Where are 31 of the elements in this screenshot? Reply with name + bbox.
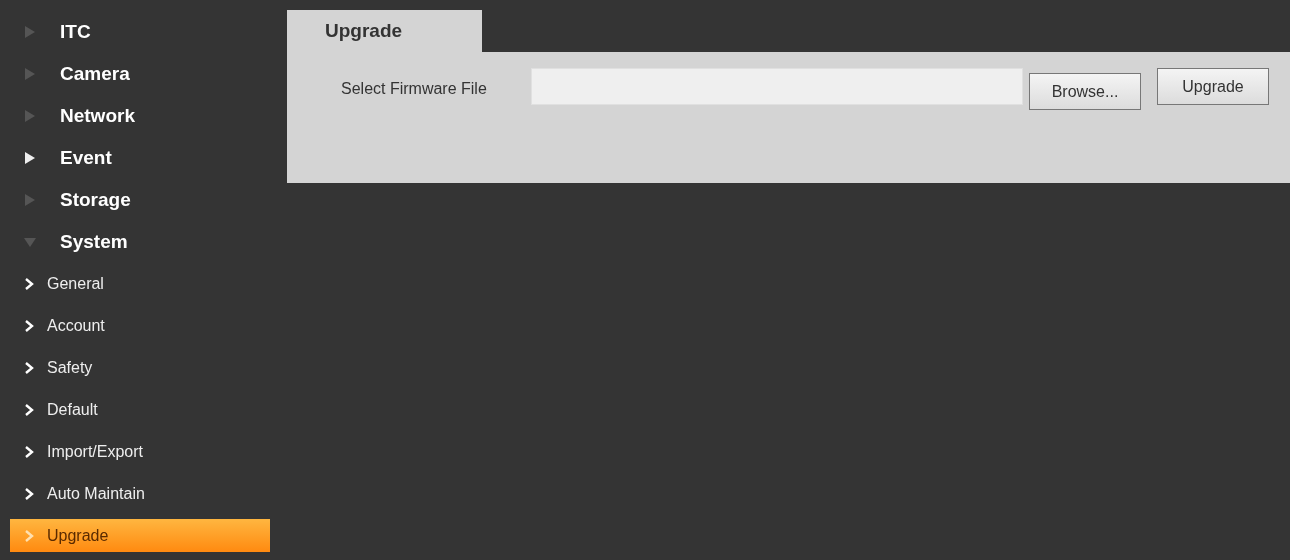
right-triangle-icon	[24, 68, 36, 80]
menu-item[interactable]: Camera	[10, 53, 270, 95]
menu-item[interactable]: System	[10, 221, 270, 263]
submenu-item[interactable]: Import/Export	[10, 431, 270, 473]
chevron-icon	[24, 404, 34, 416]
submenu-item[interactable]: Default	[10, 389, 270, 431]
field-label: Select Firmware File	[341, 80, 488, 98]
chevron-icon	[24, 362, 34, 374]
chevron-icon	[24, 320, 34, 332]
menu-item[interactable]: Network	[10, 95, 270, 137]
chevron-icon	[24, 446, 34, 458]
menu-item[interactable]: ITC	[10, 11, 270, 53]
submenu-item[interactable]: Upgrade	[10, 519, 270, 552]
chevron-icon	[24, 529, 34, 542]
action-button[interactable]: Upgrade	[1157, 68, 1269, 105]
right-triangle-icon	[24, 26, 36, 38]
file-path-field[interactable]	[531, 68, 1023, 105]
submenu-item[interactable]: General	[10, 263, 270, 305]
right-triangle-icon	[24, 110, 36, 122]
chevron-icon	[24, 278, 34, 290]
submenu-item[interactable]: Auto Maintain	[10, 473, 270, 515]
tab[interactable]: Upgrade	[287, 10, 482, 52]
action-button[interactable]: Browse...	[1029, 73, 1141, 110]
right-triangle-icon	[24, 152, 36, 164]
menu-item[interactable]: Storage	[10, 179, 270, 221]
submenu-item[interactable]: Account	[10, 305, 270, 347]
submenu-item[interactable]: Safety	[10, 347, 270, 389]
menu-item[interactable]: Event	[10, 137, 270, 179]
chevron-icon	[24, 488, 34, 500]
right-triangle-icon	[24, 194, 36, 206]
down-triangle-icon	[24, 236, 36, 248]
